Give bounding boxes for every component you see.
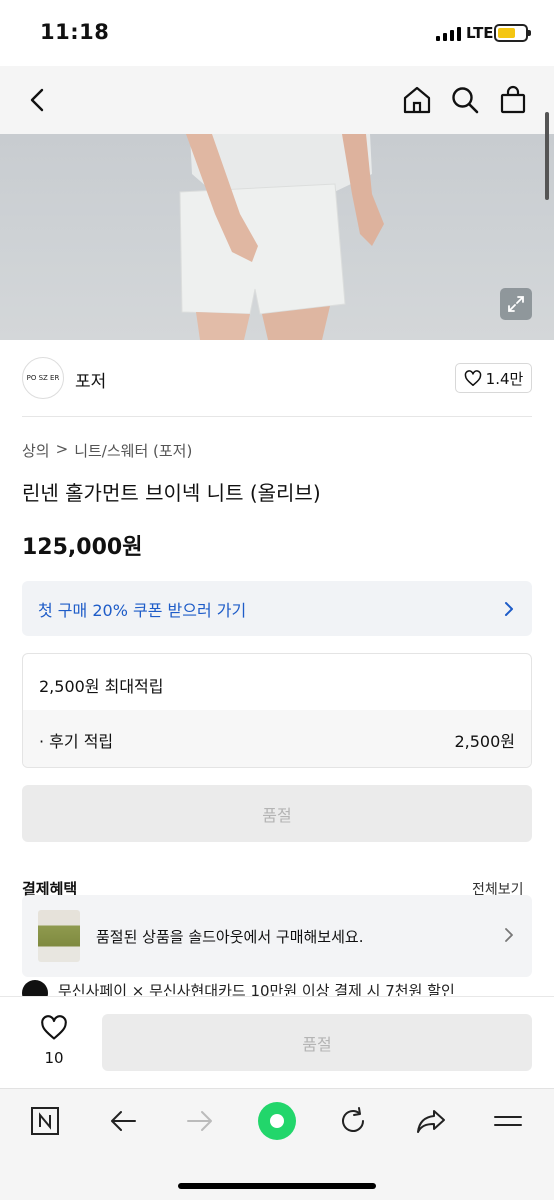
- bag-icon[interactable]: [495, 82, 531, 118]
- chevron-right-icon: [505, 928, 513, 942]
- status-time: 11:18: [40, 20, 110, 44]
- coupon-banner[interactable]: 첫 구매 20% 쿠폰 받으러 가기: [22, 581, 532, 636]
- home-indicator: [178, 1183, 376, 1189]
- search-icon[interactable]: [447, 82, 483, 118]
- points-max-label: 2,500원 최대적립: [39, 677, 164, 696]
- heart-icon: [41, 1015, 67, 1040]
- back-icon[interactable]: [20, 82, 56, 118]
- brand-name[interactable]: 포저: [75, 367, 106, 392]
- share-icon[interactable]: [415, 1105, 447, 1137]
- product-image[interactable]: [0, 134, 554, 340]
- naver-icon[interactable]: [29, 1105, 61, 1137]
- signal-icon: [436, 27, 461, 41]
- breadcrumb-subcategory[interactable]: 니트/스웨터 (포저): [74, 440, 192, 461]
- points-box: 2,500원 최대적립 · 후기 적립 2,500원: [22, 653, 532, 768]
- arrow-left-icon[interactable]: [107, 1105, 139, 1137]
- breadcrumb-separator: >: [55, 440, 69, 458]
- brand-like-button[interactable]: 1.4만: [455, 363, 532, 393]
- product-price: 125,000원: [22, 535, 143, 560]
- network-label: LTE: [466, 24, 494, 42]
- review-points-value: 2,500원: [454, 731, 515, 751]
- arrow-right-icon[interactable]: [184, 1105, 216, 1137]
- soldout-button[interactable]: 품절: [22, 785, 532, 842]
- payment-benefit-text: 무신사페이 × 무신사현대카드 10만원 이상 결제 시 7천원 할인: [58, 982, 455, 996]
- model-photo: [179, 134, 384, 340]
- coupon-label: 첫 구매 20% 쿠폰 받으러 가기: [38, 600, 247, 620]
- review-points-row: · 후기 적립 2,500원: [23, 710, 531, 767]
- purchase-bar: 10 품절: [0, 996, 554, 1088]
- battery-icon: [494, 24, 531, 42]
- wishlist-count: 10: [44, 1049, 64, 1067]
- review-points-label: · 후기 적립: [39, 731, 114, 751]
- home-icon[interactable]: [399, 82, 435, 118]
- divider: [22, 416, 532, 417]
- wishlist-button[interactable]: 10: [34, 1015, 74, 1067]
- scrollbar[interactable]: [545, 112, 549, 200]
- breadcrumb-category[interactable]: 상의: [22, 440, 50, 461]
- green-dot-icon[interactable]: [257, 1101, 297, 1141]
- heart-icon: [464, 369, 481, 386]
- product-title: 린넨 홀가먼트 브이넥 니트 (올리브): [22, 481, 321, 505]
- banner-text: 품절된 상품을 솔드아웃에서 구매해보세요.: [96, 928, 364, 946]
- expand-icon[interactable]: [500, 288, 532, 320]
- top-nav-bar: [0, 66, 554, 134]
- buy-soldout-button[interactable]: 품절: [102, 1014, 532, 1071]
- brand-like-count: 1.4만: [485, 369, 524, 388]
- banner-thumbnail: [38, 910, 80, 962]
- payment-card-icon: [22, 980, 48, 996]
- soldout-market-banner[interactable]: 품절된 상품을 솔드아웃에서 구매해보세요.: [22, 895, 532, 977]
- chevron-right-icon: [505, 601, 513, 616]
- breadcrumb: 상의 > 니트/스웨터 (포저): [22, 440, 192, 461]
- brand-logo[interactable]: PO SZ ER: [22, 357, 64, 399]
- payment-benefit-row[interactable]: 무신사페이 × 무신사현대카드 10만원 이상 결제 시 7천원 할인: [22, 980, 532, 996]
- menu-icon[interactable]: [492, 1105, 524, 1137]
- reload-icon[interactable]: [337, 1105, 369, 1137]
